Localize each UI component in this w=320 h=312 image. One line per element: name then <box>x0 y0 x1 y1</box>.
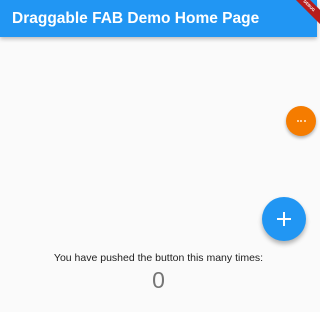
add-icon <box>277 212 291 226</box>
app-title: Draggable FAB Demo Home Page <box>12 9 260 27</box>
increment-fab[interactable] <box>262 197 306 241</box>
app-bar: Draggable FAB Demo Home Page <box>0 0 317 37</box>
counter-value: 0 <box>152 267 165 293</box>
counter-label: You have pushed the button this many tim… <box>53 252 264 264</box>
draggable-fab[interactable] <box>286 106 316 136</box>
more-horiz-icon <box>296 120 306 122</box>
